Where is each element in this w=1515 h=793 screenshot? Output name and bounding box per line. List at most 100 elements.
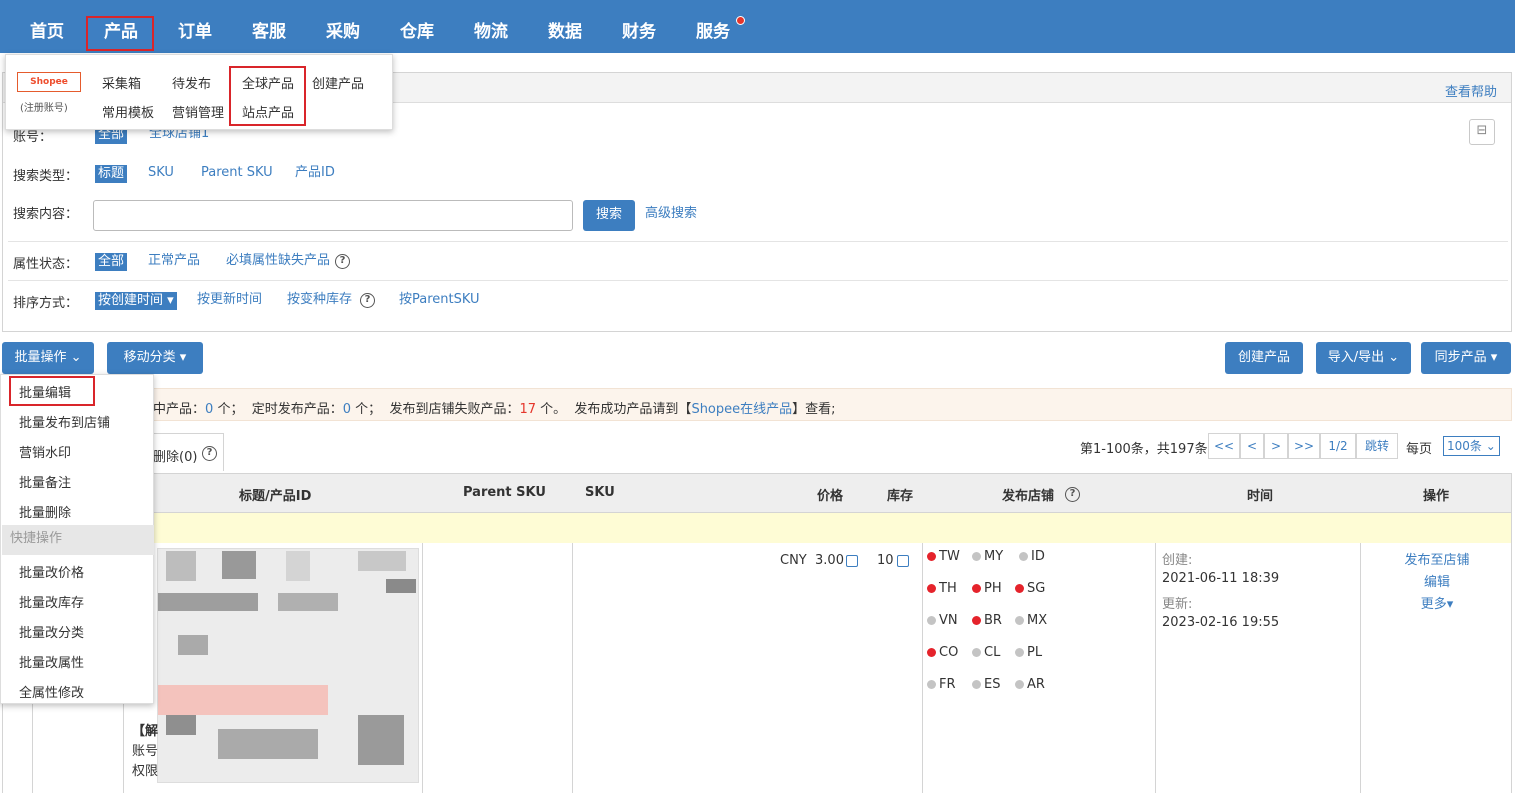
store-ph[interactable]: PH bbox=[972, 581, 1002, 596]
header-sku: SKU bbox=[585, 485, 615, 500]
nav-warehouse[interactable]: 仓库 bbox=[388, 0, 446, 53]
shopee-logo[interactable]: Shopee bbox=[17, 72, 81, 92]
nav-service[interactable]: 客服 bbox=[240, 0, 298, 53]
title-fragment: 【解 bbox=[132, 724, 159, 739]
attr-all-tag[interactable]: 全部 bbox=[95, 253, 128, 271]
sort-parentsku-option[interactable]: 按ParentSKU bbox=[399, 291, 480, 309]
menu-batch-note[interactable]: 批量备注 bbox=[19, 472, 71, 491]
nav-purchase[interactable]: 采购 bbox=[314, 0, 372, 53]
attr-normal-option[interactable]: 正常产品 bbox=[148, 252, 200, 270]
search-type-label: 搜索类型： bbox=[13, 169, 79, 184]
nav-data[interactable]: 数据 bbox=[536, 0, 594, 53]
search-type-sku[interactable]: SKU bbox=[148, 164, 174, 182]
menu-all-attr[interactable]: 全属性修改 bbox=[19, 682, 84, 701]
create-product-button[interactable]: 创建产品 bbox=[1225, 342, 1303, 374]
edit-price-icon[interactable] bbox=[846, 555, 858, 567]
sort-updated-option[interactable]: 按更新时间 bbox=[197, 291, 262, 309]
search-input[interactable] bbox=[93, 200, 573, 231]
sort-stock-option[interactable]: 按变种库存 bbox=[287, 291, 352, 309]
menu-batch-publish[interactable]: 批量发布到店铺 bbox=[19, 412, 110, 431]
pixel-block bbox=[358, 715, 404, 765]
menu-batch-delete[interactable]: 批量删除 bbox=[19, 502, 71, 521]
store-th[interactable]: TH bbox=[927, 581, 957, 596]
per-page-select[interactable]: 100条 ⌄ bbox=[1443, 436, 1500, 456]
publish-to-store-link[interactable]: 发布至店铺 bbox=[1403, 549, 1471, 568]
store-es[interactable]: ES bbox=[972, 677, 1000, 692]
help-icon[interactable]: ? bbox=[1065, 487, 1080, 502]
group-row bbox=[2, 513, 1512, 543]
sort-created-tag[interactable]: 按创建时间 ▾ bbox=[95, 292, 177, 310]
menu-batch-attr[interactable]: 批量改属性 bbox=[19, 652, 84, 671]
edit-stock-icon[interactable] bbox=[897, 555, 909, 567]
nav-logistics[interactable]: 物流 bbox=[462, 0, 520, 53]
pager-page[interactable]: 1/2 bbox=[1320, 433, 1356, 459]
store-cl[interactable]: CL bbox=[972, 645, 1000, 660]
move-category-button[interactable]: 移动分类 ▾ bbox=[107, 342, 203, 374]
menu-marketing[interactable]: 营销管理 bbox=[172, 102, 224, 121]
search-button[interactable]: 搜索 bbox=[583, 200, 635, 231]
menu-create-product[interactable]: 创建产品 bbox=[312, 73, 364, 92]
menu-batch-category[interactable]: 批量改分类 bbox=[19, 622, 84, 641]
menu-collect-box[interactable]: 采集箱 bbox=[102, 73, 141, 92]
advanced-search-link[interactable]: 高级搜索 bbox=[645, 205, 697, 223]
pager-last[interactable]: >> bbox=[1288, 433, 1320, 459]
help-icon[interactable]: ? bbox=[360, 293, 375, 308]
col-line bbox=[922, 543, 923, 793]
search-type-title[interactable]: 标题 bbox=[95, 165, 128, 183]
search-type-parent-sku[interactable]: Parent SKU bbox=[201, 164, 273, 182]
header-parent-sku: Parent SKU bbox=[463, 485, 546, 500]
pager-prev[interactable]: < bbox=[1240, 433, 1264, 459]
menu-templates[interactable]: 常用模板 bbox=[102, 102, 154, 121]
col-line bbox=[1155, 543, 1156, 793]
sync-product-button[interactable]: 同步产品 ▾ bbox=[1421, 342, 1511, 374]
pixel-block bbox=[218, 729, 318, 759]
stock-value: 10 bbox=[877, 553, 894, 568]
store-vn[interactable]: VN bbox=[927, 613, 958, 628]
notification-dot bbox=[736, 16, 745, 25]
batch-operation-button[interactable]: 批量操作 ⌄ bbox=[2, 342, 94, 374]
nav-home[interactable]: 首页 bbox=[18, 0, 76, 53]
shopee-register-link[interactable]: (注册账号) bbox=[20, 99, 68, 114]
price-value: CNY 3.00 bbox=[780, 553, 844, 568]
nav-services[interactable]: 服务 bbox=[684, 0, 742, 53]
help-link[interactable]: 查看帮助 bbox=[1445, 81, 1497, 100]
highlight-box bbox=[9, 376, 95, 406]
store-fr[interactable]: FR bbox=[927, 677, 956, 692]
nav-products[interactable]: 产品 bbox=[90, 0, 152, 53]
header-ops: 操作 bbox=[1423, 489, 1450, 504]
help-icon[interactable]: ? bbox=[202, 446, 217, 461]
pixel-block bbox=[166, 551, 196, 581]
menu-to-publish[interactable]: 待发布 bbox=[172, 73, 211, 92]
header-time: 时间 bbox=[1247, 489, 1274, 504]
attr-missing-option[interactable]: 必填属性缺失产品 bbox=[226, 252, 330, 270]
pager-first[interactable]: << bbox=[1208, 433, 1240, 459]
pixel-block bbox=[158, 593, 258, 611]
col-line bbox=[422, 543, 423, 793]
pager-jump[interactable]: 跳转 bbox=[1356, 433, 1398, 459]
more-link[interactable]: 更多▾ bbox=[1403, 593, 1471, 612]
nav-finance[interactable]: 财务 bbox=[610, 0, 668, 53]
table-header: 标题/产品ID Parent SKU SKU 价格 库存 发布店铺 ? 时间 操… bbox=[2, 473, 1512, 513]
store-my[interactable]: MY bbox=[972, 549, 1003, 564]
quick-ops-header: 快捷操作 bbox=[2, 525, 154, 555]
product-image[interactable] bbox=[157, 548, 419, 783]
pager-next[interactable]: > bbox=[1264, 433, 1288, 459]
help-icon[interactable]: ? bbox=[335, 254, 350, 269]
store-pl[interactable]: PL bbox=[1015, 645, 1042, 660]
nav-orders[interactable]: 订单 bbox=[166, 0, 224, 53]
store-id[interactable]: ID bbox=[1019, 549, 1045, 564]
store-co[interactable]: CO bbox=[927, 645, 958, 660]
menu-batch-stock[interactable]: 批量改库存 bbox=[19, 592, 84, 611]
store-br[interactable]: BR bbox=[972, 613, 1002, 628]
store-ar[interactable]: AR bbox=[1015, 677, 1045, 692]
collapse-icon[interactable]: ⊟ bbox=[1469, 119, 1495, 145]
store-sg[interactable]: SG bbox=[1015, 581, 1045, 596]
import-export-button[interactable]: 导入/导出 ⌄ bbox=[1316, 342, 1411, 374]
store-tw[interactable]: TW bbox=[927, 549, 960, 564]
search-type-product-id[interactable]: 产品ID bbox=[295, 164, 335, 182]
menu-watermark[interactable]: 营销水印 bbox=[19, 442, 71, 461]
edit-link[interactable]: 编辑 bbox=[1403, 571, 1471, 590]
shopee-online-link[interactable]: Shopee在线产品 bbox=[691, 402, 792, 417]
store-mx[interactable]: MX bbox=[1015, 613, 1047, 628]
menu-batch-price[interactable]: 批量改价格 bbox=[19, 562, 84, 581]
